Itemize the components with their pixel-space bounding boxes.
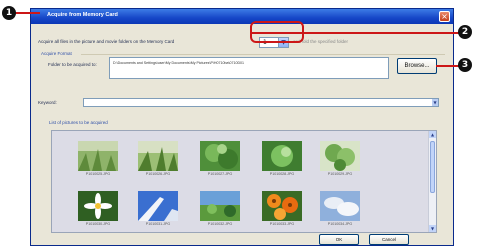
close-button[interactable]: ×	[439, 11, 450, 22]
callout-line-3	[436, 65, 460, 67]
title-bar[interactable]: Acquire from Memory Card ×	[31, 9, 453, 24]
picture-list[interactable]: P1010025.JPG P1010026.JPG P1010027.JPG P…	[51, 130, 437, 233]
list-item[interactable]: P1010027.JPG	[200, 141, 240, 181]
thumbnail-filename: P1010025.JPG	[85, 172, 111, 176]
thumbnail-filename: P1010031.JPG	[145, 222, 171, 226]
thumbnail-filename: P1010030.JPG	[85, 222, 111, 226]
callout-badge-1: 1	[2, 6, 16, 20]
thumbnail-image	[262, 191, 302, 221]
list-item[interactable]: P1010033.JPG	[262, 191, 302, 231]
chevron-down-icon[interactable]: ▼	[432, 99, 438, 106]
folder-label: Folder to be acquired to:	[48, 62, 97, 67]
ok-button[interactable]: OK	[319, 234, 359, 245]
dialog-body: Acquire all files in the picture and mov…	[31, 24, 453, 245]
thumbnail-image	[138, 141, 178, 171]
thumbnail-filename: P1010027.JPG	[207, 172, 233, 176]
folder-path-field[interactable]: D:\Documents and Settings\user\My Docume…	[109, 57, 389, 79]
thumbnail-filename: P1010029.JPG	[327, 172, 353, 176]
list-item[interactable]: P1010029.JPG	[320, 141, 360, 181]
list-item[interactable]: P1010025.JPG	[78, 141, 118, 181]
dialog-title: Acquire from Memory Card	[47, 12, 118, 18]
thumbnail-image	[200, 191, 240, 221]
keyword-label: Keyword:	[38, 100, 57, 105]
acquire-format-label: Acquire Format	[41, 51, 72, 56]
folder-path-value: D:\Documents and Settings\user\My Docume…	[113, 61, 245, 65]
list-item[interactable]: P1010032.JPG	[200, 191, 240, 231]
thumbnail-image	[320, 191, 360, 221]
list-item[interactable]: P1010030.JPG	[78, 191, 118, 231]
acquire-description: Acquire all files in the picture and mov…	[38, 39, 175, 44]
callout-line-1	[14, 12, 40, 14]
group-divider	[81, 54, 445, 55]
thumbnail-image	[138, 191, 178, 221]
keyword-input[interactable]: ▼	[83, 98, 439, 107]
scroll-up-icon[interactable]: ▲	[429, 131, 436, 138]
list-item[interactable]: P1010028.JPG	[262, 141, 302, 181]
list-item[interactable]: P1010031.JPG	[138, 191, 178, 231]
list-item[interactable]: P1010026.JPG	[138, 141, 178, 181]
callout-badge-2: 2	[458, 25, 472, 39]
thumbnail-filename: P1010032.JPG	[207, 222, 233, 226]
callout-highlight-2	[250, 21, 304, 43]
thumbnail-image	[200, 141, 240, 171]
thumbnail-filename: P1010026.JPG	[145, 172, 171, 176]
list-scrollbar[interactable]: ▲ ▼	[428, 131, 436, 232]
thumbnail-image	[262, 141, 302, 171]
callout-badge-3: 3	[458, 58, 472, 72]
browse-button[interactable]: Browse...	[397, 58, 437, 74]
scroll-down-icon[interactable]: ▼	[429, 225, 436, 232]
list-label: List of pictures to be acquired	[49, 120, 108, 125]
thumbnail-filename: P1010033.JPG	[269, 222, 295, 226]
thumbnail-image	[78, 191, 118, 221]
thumbnail-filename: P1010034.JPG	[327, 222, 353, 226]
thumbnail-image	[320, 141, 360, 171]
thumbnail-filename: P1010028.JPG	[269, 172, 295, 176]
list-item[interactable]: P1010034.JPG	[320, 191, 360, 231]
scrollbar-thumb[interactable]	[430, 141, 435, 193]
acquire-dialog: Acquire from Memory Card × Acquire all f…	[30, 8, 454, 246]
thumbnail-image	[78, 141, 118, 171]
cancel-button[interactable]: Cancel	[369, 234, 409, 245]
